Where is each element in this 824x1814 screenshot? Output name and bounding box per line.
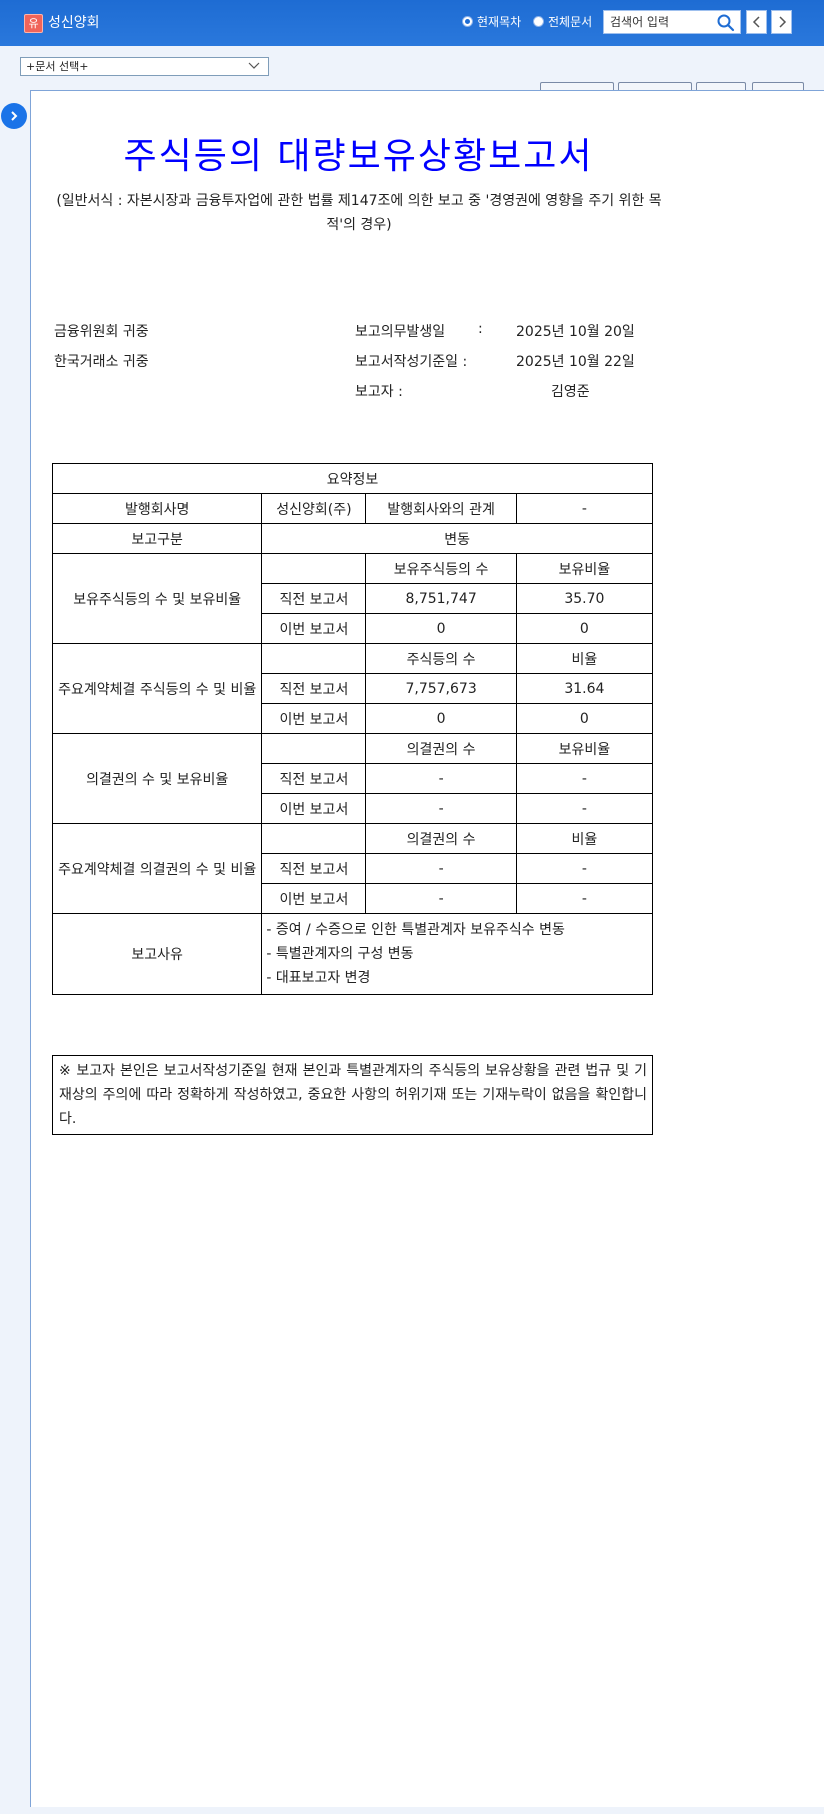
radio-all-label: 전체문서 [548,15,593,29]
reason-item: - 특별관계자의 구성 변동 [266,946,414,962]
document-title: 주식등의 대량보유상황보고서 [123,136,594,177]
summary-table: 요약정보 발행회사명 성신양회(주) 발행회사와의 관계 - 보고구분 변동 보… [51,463,654,995]
confirmation-notice: ※ 보고자 본인은 보고서작성기준일 현재 본인과 특별관계자의 주식등의 보유… [52,1055,653,1135]
table-cell: 7,757,673 [365,673,517,704]
column-header: 의결권의 수 [365,733,517,764]
relation-value: - [515,493,654,524]
column-header: 비율 [515,643,654,674]
prev-report-label: 직전 보고서 [261,673,367,704]
column-header: 보유비율 [515,553,654,584]
table-row: 발행회사명 성신양회(주) 발행회사와의 관계 - [51,493,654,524]
chevron-left-icon [752,16,760,28]
sidebar-toggle-button[interactable] [1,103,27,129]
table-cell: - [365,883,517,914]
table-cell: - [515,853,654,884]
table-cell: 0 [365,703,517,734]
column-header: 의결권의 수 [365,823,517,854]
document-select[interactable]: +문서 선택+ [20,57,269,76]
prev-result-button[interactable] [746,10,767,34]
radio-current-toc[interactable]: 현재목차 [462,13,521,30]
search-box[interactable] [603,10,741,34]
section-label: 주요계약체결 의결권의 수 및 비율 [51,823,263,914]
chevron-down-icon [248,62,260,69]
section-label: 주요계약체결 주식등의 수 및 비율 [51,643,263,734]
section-label: 의결권의 수 및 보유비율 [51,733,263,824]
addressee-krx: 한국거래소 귀중 [54,354,149,370]
company-name[interactable]: 성신양회 [48,12,100,32]
chevron-right-icon [11,111,18,121]
curr-report-label: 이번 보고서 [261,703,367,734]
summary-header: 요약정보 [52,463,653,494]
table-row: 보고사유 - 증여 / 수증으로 인한 특별관계자 보유주식수 변동 - 특별관… [51,913,653,995]
empty-cell [261,553,367,584]
basis-date-label: 보고서작성기준일 : [355,354,468,370]
table-cell: - [365,853,517,884]
table-row: 의결권의 수 및 보유비율 의결권의 수 보유비율 [51,733,654,824]
issuer-label: 발행회사명 [51,493,263,524]
relation-label: 발행회사와의 관계 [365,493,517,524]
table-row: 보유주식등의 수 및 보유비율 보유주식등의 수 보유비율 [51,553,654,644]
table-cell: 8,751,747 [365,583,517,614]
table-cell: - [365,763,517,794]
radio-all-docs[interactable]: 전체문서 [533,13,592,30]
search-icon[interactable] [716,13,736,33]
obligation-date-colon: : [478,321,483,337]
reason-item: - 대표보고자 변경 [266,970,371,986]
reason-list: - 증여 / 수증으로 인한 특별관계자 보유주식수 변동 - 특별관계자의 구… [261,913,653,995]
radio-unchecked-icon[interactable] [533,16,544,27]
section-label: 보유주식등의 수 및 보유비율 [51,553,263,644]
reason-item: - 증여 / 수증으로 인한 특별관계자 보유주식수 변동 [266,922,565,938]
column-header: 비율 [515,823,654,854]
top-bar: 유 성신양회 현재목차 전체문서 [0,0,824,46]
obligation-date-label: 보고의무발생일 [355,324,446,340]
document-subtitle: (일반서식 : 자본시장과 금융투자업에 관한 법률 제147조에 의한 보고 … [56,193,662,233]
table-row: 보고구분 변동 [51,523,653,554]
table-row: 주요계약체결 주식등의 수 및 비율 주식등의 수 비율 [51,643,654,734]
empty-cell [261,823,367,854]
addressee-fsc: 금융위원회 귀중 [54,324,149,340]
column-header: 보유비율 [515,733,654,764]
table-row: 요약정보 [52,463,653,494]
company-badge-icon: 유 [24,14,43,33]
next-result-button[interactable] [771,10,792,34]
table-cell: 0 [515,613,654,644]
prev-report-label: 직전 보고서 [261,583,367,614]
reason-label: 보고사유 [51,913,263,995]
empty-cell [261,643,367,674]
radio-current-label: 현재목차 [477,15,522,29]
table-row: 주요계약체결 의결권의 수 및 비율 의결권의 수 비율 [51,823,654,914]
document-viewer: 주식등의 대량보유상황보고서 (일반서식 : 자본시장과 금융투자업에 관한 법… [30,90,824,1807]
issuer-name: 성신양회(주) [261,493,367,524]
reporter-name: 김영준 [551,384,590,400]
table-cell: - [515,763,654,794]
empty-cell [261,733,367,764]
table-cell: - [515,793,654,824]
column-header: 보유주식등의 수 [365,553,517,584]
basis-date-value: 2025년 10월 22일 [516,354,635,370]
document-select-value: +문서 선택+ [26,60,89,73]
prev-report-label: 직전 보고서 [261,763,367,794]
table-cell: 0 [365,613,517,644]
prev-report-label: 직전 보고서 [261,853,367,884]
curr-report-label: 이번 보고서 [261,883,367,914]
table-cell: - [515,883,654,914]
table-cell: 31.64 [515,673,654,704]
curr-report-label: 이번 보고서 [261,613,367,644]
reporter-label: 보고자 : [355,384,403,400]
search-input[interactable] [610,14,710,30]
obligation-date-value: 2025년 10월 20일 [516,324,635,340]
table-cell: 0 [515,703,654,734]
radio-checked-icon[interactable] [462,16,473,27]
report-type-label: 보고구분 [51,523,263,554]
curr-report-label: 이번 보고서 [261,793,367,824]
report-type-value: 변동 [261,523,653,554]
column-header: 주식등의 수 [365,643,517,674]
table-cell: 35.70 [515,583,654,614]
table-cell: - [365,793,517,824]
chevron-right-icon [778,16,786,28]
